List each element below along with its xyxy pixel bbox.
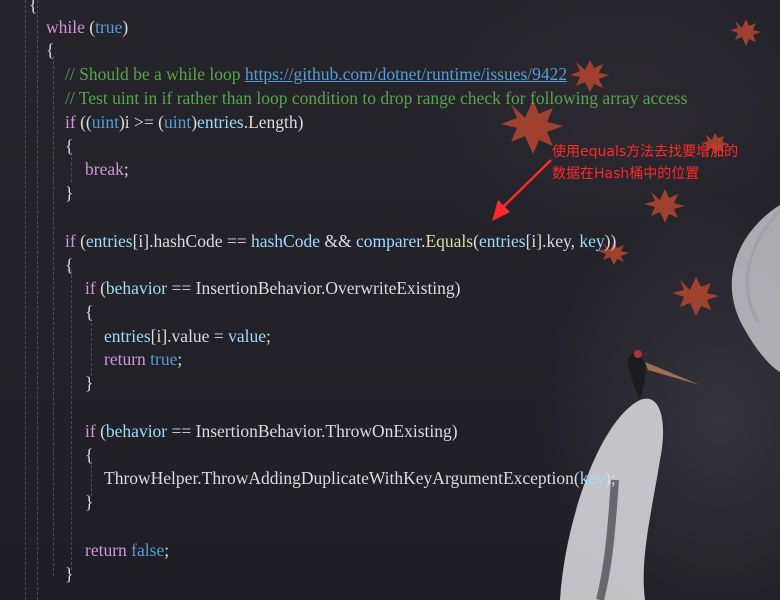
code-token: } (85, 492, 94, 512)
code-token: } (65, 564, 74, 584)
code-line[interactable]: if (behavior == InsertionBehavior.ThrowO… (85, 419, 458, 443)
code-token: entries (85, 231, 133, 251)
code-token: { (29, 0, 38, 15)
code-token: behavior (105, 421, 168, 441)
code-token: ; (265, 326, 271, 346)
code-token: if (65, 231, 76, 251)
issue-link[interactable]: https://github.com/dotnet/runtime/issues… (245, 64, 567, 84)
code-line[interactable]: { (85, 443, 93, 467)
code-token: [i].hashCode == (132, 231, 251, 251)
code-line[interactable]: { (65, 253, 73, 277)
code-token: entries (104, 326, 151, 346)
code-token: [i].key, (525, 231, 580, 251)
code-line[interactable]: if (entries[i].hashCode == hashCode && c… (65, 229, 616, 253)
code-token: // Test uint in if rather than loop cond… (65, 88, 688, 108)
annotation-line-2: 数据在Hash桶中的位置 (552, 166, 700, 182)
code-token: ( (95, 278, 106, 298)
code-token: ; (123, 159, 129, 179)
code-token: return (85, 540, 127, 560)
code-token: { (65, 136, 74, 156)
code-token: entries (197, 112, 244, 132)
code-token: == InsertionBehavior.ThrowOnExisting) (167, 421, 458, 441)
code-line[interactable]: } (85, 371, 93, 395)
code-token: == InsertionBehavior.OverwriteExisting) (167, 278, 461, 298)
code-token: } (85, 373, 94, 393)
code-line[interactable]: } (65, 181, 73, 205)
code-editor[interactable]: {while (true){// Should be a while loop … (0, 0, 780, 600)
code-line[interactable]: if ((uint)i >= (uint)entries.Length) (65, 110, 303, 134)
code-token: uint (91, 112, 119, 132)
code-line[interactable]: return false; (85, 538, 169, 562)
code-token: .Length) (243, 112, 304, 132)
code-token: ; (177, 349, 183, 369)
code-token: { (65, 255, 74, 275)
code-token: if (85, 278, 96, 298)
code-token: if (65, 112, 76, 132)
code-line[interactable]: return true; (104, 347, 182, 371)
code-token: behavior (105, 278, 168, 298)
code-token: ); (605, 468, 616, 488)
code-line[interactable]: // Should be a while loop https://github… (65, 62, 567, 86)
code-token: )i >= ( (118, 112, 164, 132)
code-token: comparer (355, 231, 422, 251)
code-line[interactable]: { (29, 0, 37, 17)
code-token: // Should be a while loop (65, 64, 245, 84)
code-token: ( (95, 421, 106, 441)
code-token: break (85, 159, 124, 179)
code-line[interactable]: } (85, 490, 93, 514)
code-token: hashCode (250, 231, 320, 251)
code-token: key (579, 468, 606, 488)
code-line[interactable]: { (85, 300, 93, 324)
code-line[interactable]: { (46, 38, 54, 62)
code-token: true (150, 349, 178, 369)
code-token: } (65, 183, 74, 203)
code-token: ) (122, 17, 129, 37)
code-token: true (95, 17, 123, 37)
code-line[interactable]: } (65, 562, 73, 586)
code-token: [i].value = (150, 326, 229, 346)
code-token: uint (163, 112, 192, 132)
code-token: { (85, 445, 94, 465)
code-line[interactable]: { (65, 134, 73, 158)
code-token: ; (164, 540, 170, 560)
code-token: { (85, 302, 94, 322)
code-token: && (320, 231, 356, 251)
code-line[interactable]: ThrowHelper.ThrowAddingDuplicateWithKeyA… (104, 466, 616, 490)
code-token: while (46, 17, 85, 37)
code-token: false (131, 540, 165, 560)
annotation-line-1: 使用equals方法去找要增加的 (552, 144, 739, 160)
code-token: key (579, 231, 605, 251)
code-token: Equals (425, 231, 474, 251)
code-token: return (104, 349, 146, 369)
code-line[interactable]: // Test uint in if rather than loop cond… (65, 86, 687, 110)
code-token: ( (84, 17, 96, 37)
code-line[interactable]: if (behavior == InsertionBehavior.Overwr… (85, 276, 461, 300)
code-line[interactable]: entries[i].value = value; (104, 324, 271, 348)
code-token: entries (478, 231, 526, 251)
code-token: )) (604, 231, 617, 251)
code-token: (( (75, 112, 92, 132)
code-token: value (228, 326, 266, 346)
code-token: ThrowHelper.ThrowAddingDuplicateWithKeyA… (104, 468, 580, 488)
code-line[interactable]: break; (85, 157, 129, 181)
code-line[interactable]: while (true) (46, 15, 128, 39)
code-token: ( (75, 231, 86, 251)
code-token: { (46, 40, 55, 60)
annotation-note: 使用equals方法去找要增加的 数据在Hash桶中的位置 (552, 141, 774, 185)
code-token: if (85, 421, 96, 441)
